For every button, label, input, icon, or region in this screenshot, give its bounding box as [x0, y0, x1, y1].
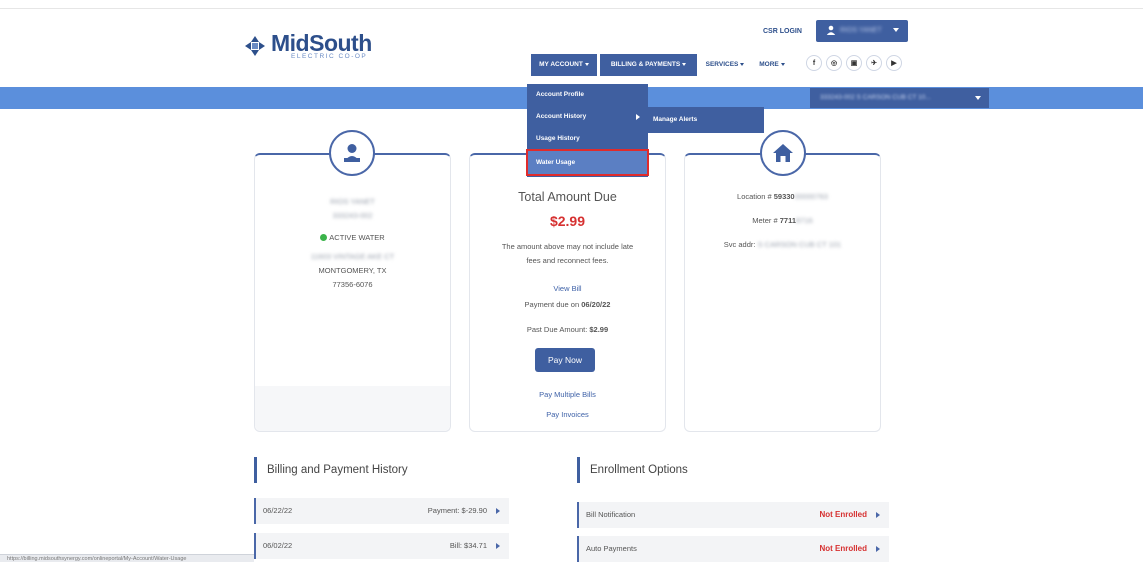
account-address-select[interactable]: 333243-002 S CARSON CUB CT 10...	[810, 88, 989, 108]
chevron-down-icon	[893, 28, 899, 32]
service-status: ACTIVE WATER	[254, 233, 451, 242]
customer-zip: 77356-6076	[332, 280, 373, 289]
customer-card	[254, 153, 451, 432]
amount-note-line2: fees and reconnect fees.	[526, 256, 609, 265]
menu-item-account-profile[interactable]: Account Profile	[527, 84, 648, 106]
pay-now-button[interactable]: Pay Now	[535, 348, 595, 372]
user-name: RIOS YANET	[840, 27, 882, 34]
twitter-icon[interactable]: ✈	[866, 55, 882, 71]
amount-due-label: Total Amount Due	[518, 190, 617, 204]
home-icon	[773, 144, 793, 162]
account-address-value: 333243-002 S CARSON CUB CT 10...	[820, 94, 931, 101]
enrollment-status: Not Enrolled	[819, 510, 867, 519]
user-icon	[344, 144, 360, 162]
menu-item-manage-alerts[interactable]: Manage Alerts	[645, 107, 764, 133]
chevron-right-icon	[496, 543, 500, 549]
brand-logo[interactable]: MidSouth ELECTRIC CO-OP	[244, 30, 384, 67]
chevron-right-icon	[876, 512, 880, 518]
customer-card-footer	[255, 386, 450, 431]
chevron-down-icon	[584, 62, 589, 66]
enrollment-row-bill-notification[interactable]: Bill Notification Not Enrolled	[577, 502, 889, 528]
top-divider	[0, 8, 1143, 9]
my-account-dropdown: Account Profile Account History Usage Hi…	[526, 84, 649, 177]
nav-billing-payments[interactable]: BILLING & PAYMENTS	[600, 54, 697, 76]
brand-subtitle: ELECTRIC CO-OP	[291, 53, 368, 60]
youtube-icon[interactable]: ▶	[886, 55, 902, 71]
billing-history-row[interactable]: 06/02/22 Bill: $34.71	[254, 533, 509, 559]
customer-city: MONTGOMERY, TX	[318, 266, 387, 275]
past-due-amount: Past Due Amount: $2.99	[526, 325, 609, 334]
menu-item-account-history[interactable]: Account History	[527, 106, 648, 128]
nav-more[interactable]: MORE	[754, 54, 790, 76]
chevron-right-icon	[876, 546, 880, 552]
customer-account-number: 333243-002	[332, 211, 373, 220]
enrollment-options-title: Enrollment Options	[577, 457, 688, 483]
chevron-down-icon	[975, 96, 981, 100]
active-status-dot-icon	[320, 234, 328, 241]
location-number: Location # 5933000000763	[737, 192, 828, 201]
view-bill-link[interactable]: View Bill	[469, 284, 666, 293]
menu-item-usage-history[interactable]: Usage History	[527, 128, 648, 150]
linkedin-icon[interactable]: ▣	[846, 55, 862, 71]
user-icon	[826, 25, 836, 35]
menu-item-water-usage[interactable]: Water Usage	[526, 149, 649, 176]
chevron-right-icon	[496, 508, 500, 514]
chevron-down-icon	[780, 62, 785, 66]
user-menu-button[interactable]: RIOS YANET	[816, 20, 908, 42]
browser-status-bar: https://billing.midsouthsynergy.com/onli…	[0, 554, 254, 562]
csr-login-link[interactable]: CSR LOGIN	[763, 28, 802, 35]
customer-street: 11603 VINTAGE AKE CT	[310, 252, 395, 261]
billing-history-row[interactable]: 06/22/22 Payment: $-29.90	[254, 498, 509, 524]
customer-name: RIOS YANET	[330, 197, 375, 206]
service-address: Svc addr: S CARSON CUB CT 101	[723, 240, 842, 249]
home-badge	[760, 130, 806, 176]
user-badge	[329, 130, 375, 176]
pay-multiple-bills-link[interactable]: Pay Multiple Bills	[469, 390, 666, 399]
chevron-down-icon	[682, 62, 687, 66]
amount-due-value: $2.99	[549, 213, 586, 229]
pay-invoices-link[interactable]: Pay Invoices	[469, 410, 666, 419]
payment-due-date: Payment due on 06/20/22	[524, 300, 611, 309]
nav-my-account[interactable]: MY ACCOUNT	[531, 54, 597, 76]
chevron-right-icon	[636, 114, 640, 120]
logo-mark-icon	[245, 36, 265, 56]
chevron-down-icon	[740, 62, 745, 66]
nav-services[interactable]: SERVICES	[702, 54, 748, 76]
facebook-icon[interactable]: f	[806, 55, 822, 71]
enrollment-row-auto-payments[interactable]: Auto Payments Not Enrolled	[577, 536, 889, 562]
enrollment-status: Not Enrolled	[819, 544, 867, 553]
meter-number: Meter # 77118716	[752, 216, 813, 225]
billing-history-title: Billing and Payment History	[254, 457, 408, 483]
instagram-icon[interactable]: ◎	[826, 55, 842, 71]
amount-note-line1: The amount above may not include late	[501, 242, 634, 251]
